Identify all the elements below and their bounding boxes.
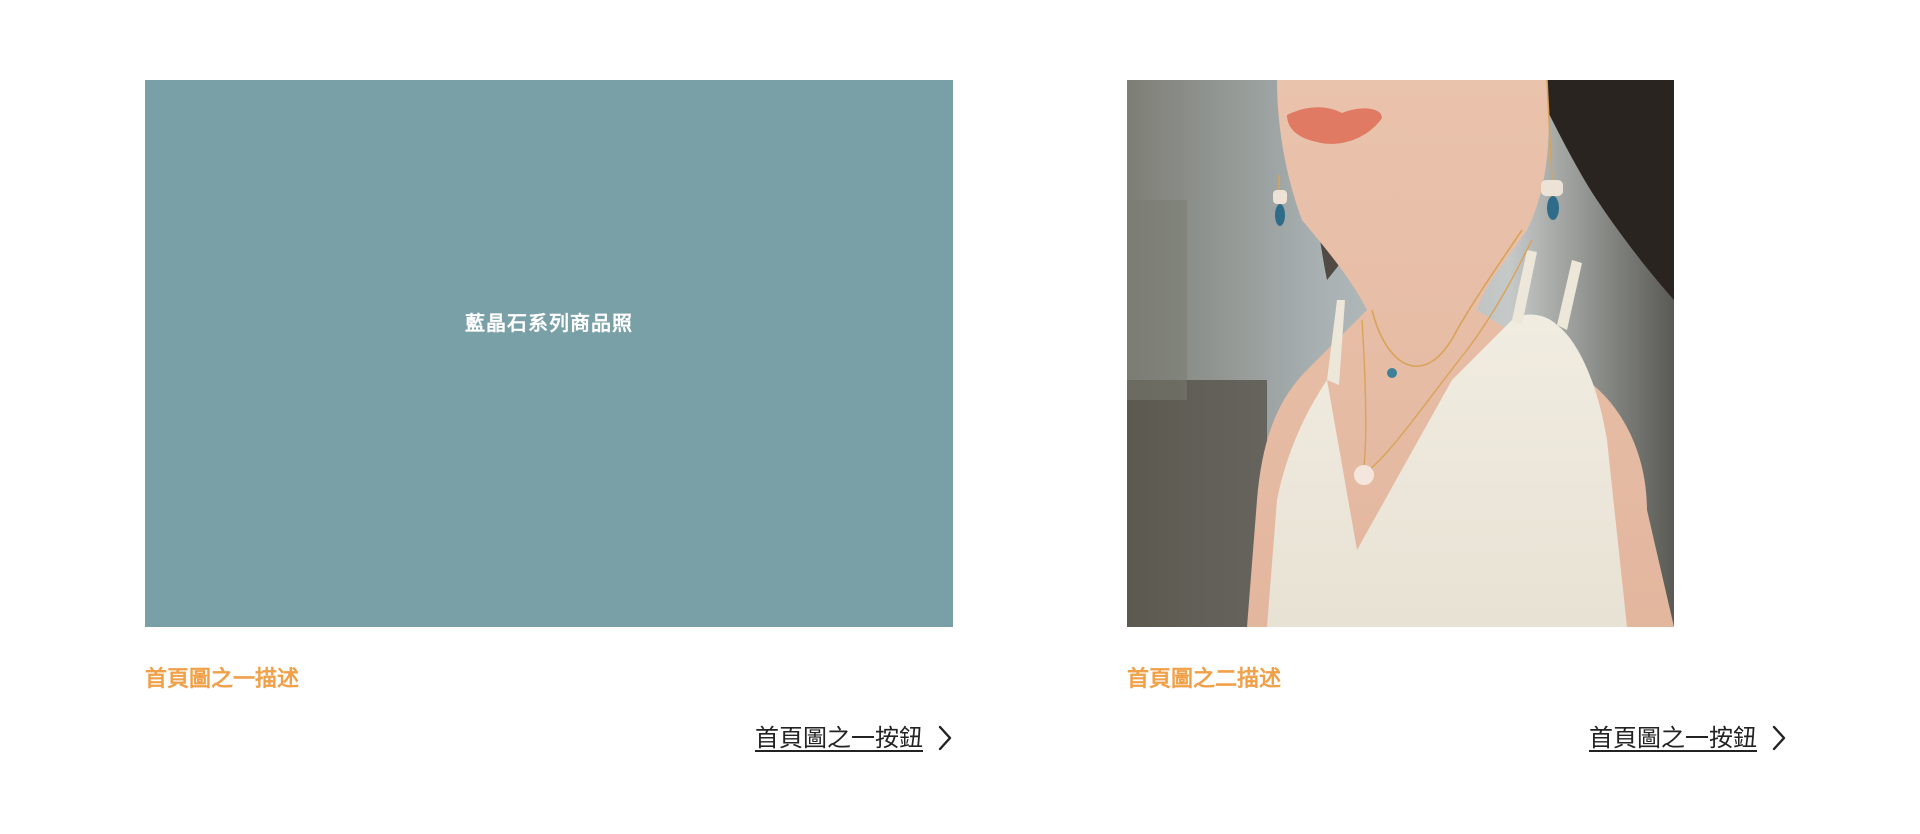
card-button[interactable]: 首頁圖之一按鈕 xyxy=(755,723,953,753)
card-button-label: 首頁圖之一按鈕 xyxy=(755,724,923,752)
cta-row: 首頁圖之一按鈕 xyxy=(1127,723,1787,757)
feature-card-1: 藍晶石系列商品照 首頁圖之一描述 首頁圖之一按鈕 xyxy=(145,80,953,757)
cta-row: 首頁圖之一按鈕 xyxy=(145,723,953,757)
card-button[interactable]: 首頁圖之一按鈕 xyxy=(1589,723,1787,753)
card-button-label: 首頁圖之一按鈕 xyxy=(1589,724,1757,752)
card-description: 首頁圖之二描述 xyxy=(1127,666,1282,692)
model-photo-image xyxy=(1127,80,1674,627)
image-caption: 藍晶石系列商品照 xyxy=(465,311,633,335)
model-photo[interactable] xyxy=(1127,80,1674,627)
card-description: 首頁圖之一描述 xyxy=(145,666,300,692)
product-image-placeholder[interactable]: 藍晶石系列商品照 xyxy=(145,80,953,627)
chevron-right-icon xyxy=(938,725,952,751)
chevron-right-icon xyxy=(1772,725,1786,751)
feature-card-2: 首頁圖之二描述 首頁圖之一按鈕 xyxy=(1127,80,1787,757)
featured-section: 藍晶石系列商品照 首頁圖之一描述 首頁圖之一按鈕 首頁圖之二描述 首頁圖之一按鈕 xyxy=(0,0,1920,834)
